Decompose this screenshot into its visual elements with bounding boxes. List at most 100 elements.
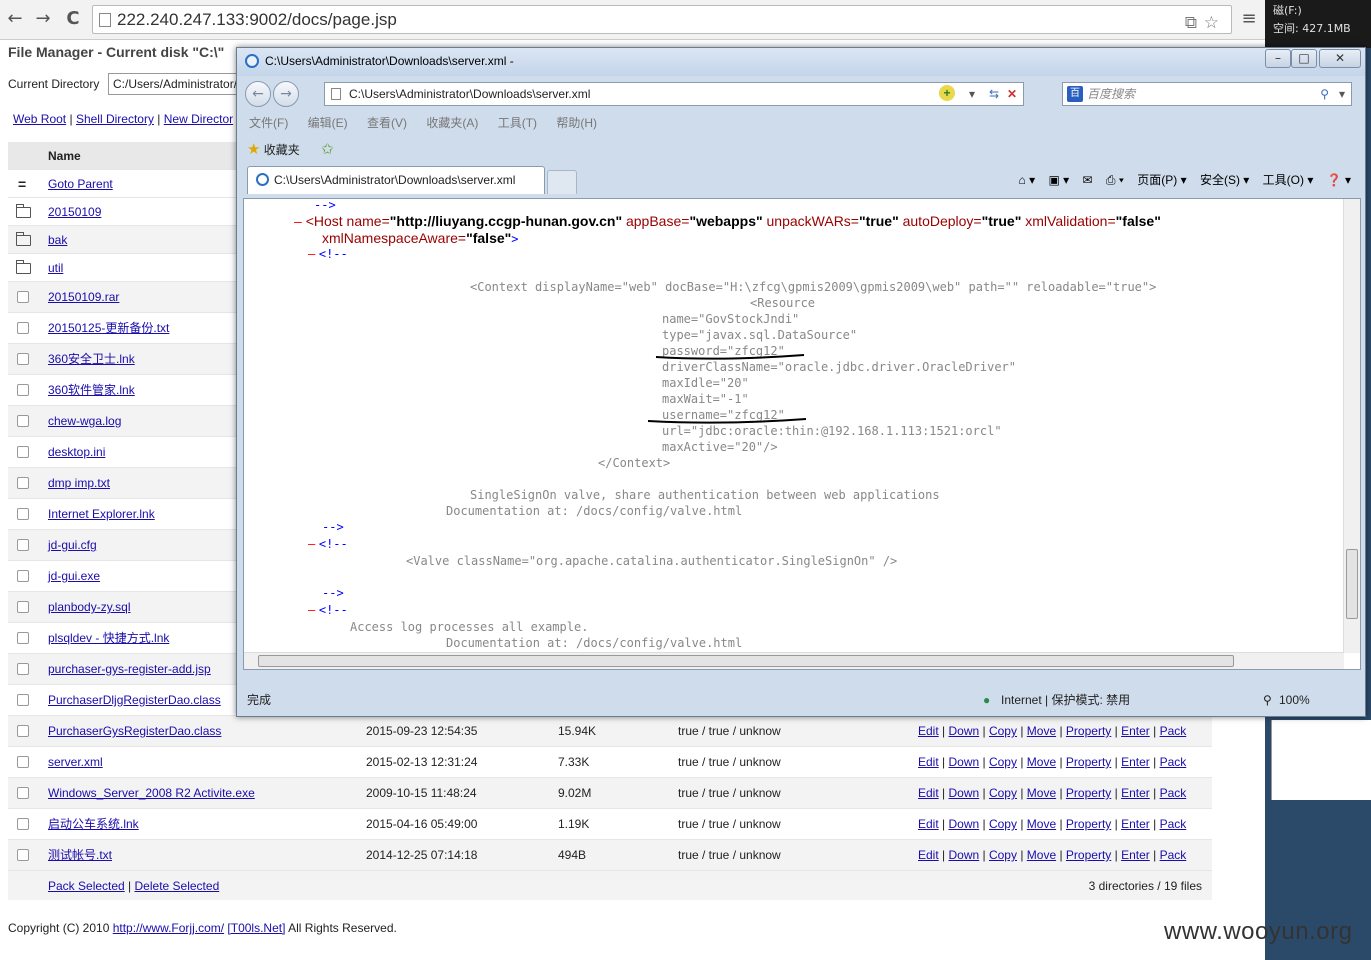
home-icon[interactable]: ⌂ ▾	[1019, 173, 1036, 187]
folder-link[interactable]: 20150109	[48, 198, 101, 226]
file-checkbox[interactable]	[17, 818, 29, 830]
forjj-link[interactable]: http://www.Forjj.com/	[113, 921, 224, 935]
file-link[interactable]: chew-wga.log	[48, 406, 121, 436]
down-action-link[interactable]: Down	[948, 817, 979, 831]
t00ls-link[interactable]: [T00ls.Net]	[227, 921, 285, 935]
ie-back-icon[interactable]: ←	[245, 81, 271, 107]
file-checkbox[interactable]	[17, 353, 29, 365]
pack-selected-link[interactable]: Pack Selected	[48, 879, 125, 893]
ie-address-bar[interactable]: C:\Users\Administrator\Downloads\server.…	[324, 82, 1024, 106]
ie-tab[interactable]: C:\Users\Administrator\Downloads\server.…	[247, 166, 545, 194]
pack-action-link[interactable]: Pack	[1160, 817, 1187, 831]
compat-icon[interactable]: +	[939, 85, 955, 101]
file-link[interactable]: PurchaserGysRegisterDao.class	[48, 716, 221, 746]
stop-icon[interactable]: ✕	[1007, 83, 1017, 105]
file-checkbox[interactable]	[17, 570, 29, 582]
file-link[interactable]: PurchaserDljgRegisterDao.class	[48, 685, 221, 715]
enter-action-link[interactable]: Enter	[1121, 755, 1150, 769]
file-checkbox[interactable]	[17, 787, 29, 799]
zoom-level[interactable]: 100%	[1279, 688, 1310, 712]
goto-parent-link[interactable]: Goto Parent	[48, 170, 113, 198]
menu-help[interactable]: 帮助(H)	[556, 116, 597, 130]
ie-forward-icon[interactable]: →	[273, 81, 299, 107]
file-link[interactable]: 20150109.rar	[48, 282, 119, 312]
edit-action-link[interactable]: Edit	[918, 817, 939, 831]
horizontal-scroll-thumb[interactable]	[258, 655, 1234, 667]
minimize-icon[interactable]: –	[1265, 49, 1291, 68]
help-icon[interactable]: ❓ ▾	[1327, 173, 1351, 187]
move-action-link[interactable]: Move	[1027, 724, 1056, 738]
down-action-link[interactable]: Down	[948, 848, 979, 862]
move-action-link[interactable]: Move	[1027, 786, 1056, 800]
pack-action-link[interactable]: Pack	[1160, 848, 1187, 862]
down-action-link[interactable]: Down	[948, 755, 979, 769]
menu-edit[interactable]: 编辑(E)	[308, 116, 348, 130]
file-link[interactable]: jd-gui.exe	[48, 561, 100, 591]
copy-action-link[interactable]: Copy	[989, 755, 1017, 769]
file-link[interactable]: planbody-zy.sql	[48, 592, 131, 622]
close-icon[interactable]: ✕	[1319, 49, 1361, 68]
pack-action-link[interactable]: Pack	[1160, 786, 1187, 800]
move-action-link[interactable]: Move	[1027, 817, 1056, 831]
copy-action-link[interactable]: Copy	[989, 817, 1017, 831]
current-directory-input[interactable]: C:/Users/Administrator/	[108, 73, 248, 95]
move-action-link[interactable]: Move	[1027, 755, 1056, 769]
bookmark-star-icon[interactable]: ☆	[1204, 10, 1219, 37]
enter-action-link[interactable]: Enter	[1121, 724, 1150, 738]
file-link[interactable]: server.xml	[48, 747, 103, 777]
address-bar[interactable]: 222.240.247.133:9002/docs/page.jsp ⧉ ☆	[92, 5, 1232, 34]
maximize-icon[interactable]: □	[1291, 49, 1317, 68]
down-action-link[interactable]: Down	[948, 724, 979, 738]
property-action-link[interactable]: Property	[1066, 724, 1111, 738]
translate-icon[interactable]: ⧉	[1185, 10, 1197, 37]
favorites-star-icon[interactable]: ★	[247, 141, 260, 158]
add-favorite-icon[interactable]: ✩	[321, 141, 334, 158]
file-checkbox[interactable]	[17, 508, 29, 520]
cmd-tools[interactable]: 工具(O) ▾	[1263, 173, 1314, 187]
file-checkbox[interactable]	[17, 632, 29, 644]
vertical-scrollbar[interactable]	[1343, 199, 1360, 653]
forward-icon[interactable]: →	[32, 8, 54, 30]
enter-action-link[interactable]: Enter	[1121, 817, 1150, 831]
horizontal-scrollbar[interactable]	[244, 652, 1344, 669]
mail-icon[interactable]: ✉	[1083, 173, 1093, 187]
search-dropdown-icon[interactable]: ▾	[1339, 83, 1345, 105]
dropdown-icon[interactable]: ▾	[969, 83, 975, 105]
vertical-scroll-thumb[interactable]	[1346, 549, 1358, 619]
feed-icon[interactable]: ▣ ▾	[1048, 173, 1069, 187]
file-checkbox[interactable]	[17, 849, 29, 861]
back-icon[interactable]: ←	[4, 8, 26, 30]
file-link[interactable]: 360安全卫士.lnk	[48, 344, 135, 374]
file-link[interactable]: plsqldev - 快捷方式.lnk	[48, 623, 169, 653]
file-link[interactable]: jd-gui.cfg	[48, 530, 97, 560]
file-link[interactable]: Internet Explorer.lnk	[48, 499, 155, 529]
file-link[interactable]: 20150125-更新备份.txt	[48, 313, 169, 343]
pack-action-link[interactable]: Pack	[1160, 755, 1187, 769]
edit-action-link[interactable]: Edit	[918, 848, 939, 862]
reload-icon[interactable]: C	[62, 8, 84, 30]
file-checkbox[interactable]	[17, 477, 29, 489]
new-directory-link[interactable]: New Director	[164, 112, 233, 126]
file-link[interactable]: purchaser-gys-register-add.jsp	[48, 654, 211, 684]
edit-action-link[interactable]: Edit	[918, 724, 939, 738]
menu-view[interactable]: 查看(V)	[367, 116, 407, 130]
folder-link[interactable]: util	[48, 254, 63, 282]
file-checkbox[interactable]	[17, 725, 29, 737]
enter-action-link[interactable]: Enter	[1121, 848, 1150, 862]
edit-action-link[interactable]: Edit	[918, 786, 939, 800]
shell-directory-link[interactable]: Shell Directory	[76, 112, 154, 126]
file-checkbox[interactable]	[17, 446, 29, 458]
file-checkbox[interactable]	[17, 756, 29, 768]
move-action-link[interactable]: Move	[1027, 848, 1056, 862]
copy-action-link[interactable]: Copy	[989, 724, 1017, 738]
file-checkbox[interactable]	[17, 663, 29, 675]
menu-icon[interactable]: ≡	[1238, 8, 1260, 30]
search-icon[interactable]: ⚲	[1320, 83, 1329, 105]
file-link[interactable]: desktop.ini	[48, 437, 105, 467]
new-tab-button[interactable]	[547, 170, 577, 194]
property-action-link[interactable]: Property	[1066, 817, 1111, 831]
file-checkbox[interactable]	[17, 539, 29, 551]
menu-favorites[interactable]: 收藏夹(A)	[426, 116, 478, 130]
cmd-page[interactable]: 页面(P) ▾	[1137, 173, 1186, 187]
copy-action-link[interactable]: Copy	[989, 786, 1017, 800]
